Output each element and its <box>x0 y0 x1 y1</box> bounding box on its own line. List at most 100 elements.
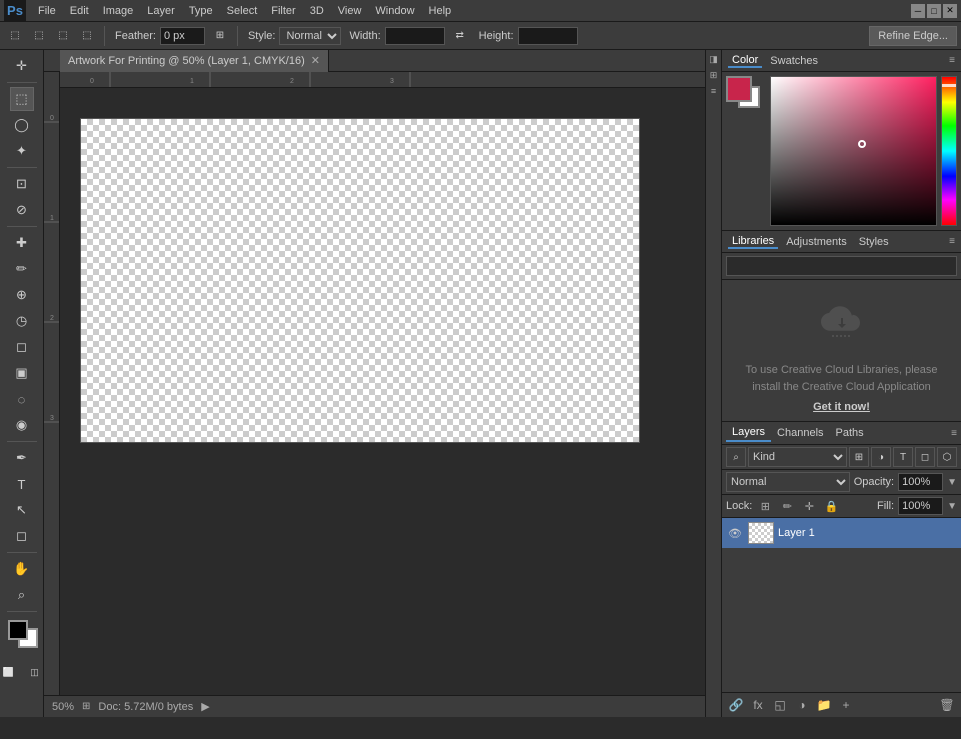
color-cursor <box>858 140 866 148</box>
color-panel-menu[interactable]: ≡ <box>949 55 955 66</box>
color-tab[interactable]: Color <box>728 54 762 68</box>
tool-history-brush[interactable]: ◷ <box>10 309 34 333</box>
quick-mask-btn[interactable]: ⬜ <box>0 660 21 684</box>
options-toolbar: ⬚ ⬚ ⬚ ⬚ Feather: ⊞ Style: Normal Width: … <box>0 22 961 50</box>
tool-shape[interactable]: ◻ <box>10 524 34 548</box>
foreground-color[interactable] <box>8 620 28 640</box>
get-now-link[interactable]: Get it now! <box>813 401 870 413</box>
lock-pixels-btn[interactable]: ⊞ <box>756 497 774 515</box>
tool-eyedropper[interactable]: ⊘ <box>10 198 34 222</box>
panel-toggle-color[interactable]: ◨ <box>707 52 721 66</box>
adjustments-tab[interactable]: Adjustments <box>782 236 851 248</box>
link-layers-btn[interactable]: 🔗 <box>726 695 746 715</box>
tool-move[interactable]: ✛ <box>10 54 34 78</box>
tab-close-btn[interactable]: ✕ <box>311 54 320 67</box>
menu-layer[interactable]: Layer <box>141 3 181 19</box>
adjustment-icon[interactable]: ◑ <box>871 447 891 467</box>
canvas-scroll-area[interactable] <box>60 88 705 695</box>
tool-gradient[interactable]: ▣ <box>10 361 34 385</box>
new-layer-btn[interactable]: + <box>836 695 856 715</box>
menu-edit[interactable]: Edit <box>64 3 95 19</box>
layer-effects-btn[interactable]: fx <box>748 695 768 715</box>
width-input[interactable] <box>385 27 445 45</box>
minimize-button[interactable]: ─ <box>911 4 925 18</box>
svg-text:0: 0 <box>90 78 94 85</box>
smart-object-icon[interactable]: ⬡ <box>937 447 957 467</box>
tool-path-select[interactable]: ↖ <box>10 498 34 522</box>
tool-zoom[interactable]: ⌕ <box>10 583 34 607</box>
menu-select[interactable]: Select <box>221 3 264 19</box>
tool-crop[interactable]: ⊡ <box>10 172 34 196</box>
tool-option-btn-2[interactable]: ⬚ <box>28 25 50 47</box>
new-adjustment-btn[interactable]: ◑ <box>792 695 812 715</box>
layers-panel-menu[interactable]: ≡ <box>951 428 957 439</box>
layers-tab-paths[interactable]: Paths <box>830 425 870 441</box>
fill-input[interactable] <box>898 497 943 515</box>
tool-brush[interactable]: ✏ <box>10 257 34 281</box>
tool-option-btn-1[interactable]: ⬚ <box>4 25 26 47</box>
tool-marquee-rect[interactable]: ⬚ <box>10 87 34 111</box>
tool-hand[interactable]: ✋ <box>10 557 34 581</box>
layer-item-0[interactable]: 👁 Layer 1 <box>722 518 961 548</box>
tool-pen[interactable]: ✒ <box>10 446 34 470</box>
layer-mask-btn[interactable]: ◱ <box>770 695 790 715</box>
tool-eraser[interactable]: ◻ <box>10 335 34 359</box>
close-button[interactable]: ✕ <box>943 4 957 18</box>
tool-option-btn-4[interactable]: ⬚ <box>76 25 98 47</box>
panel-toggle-libraries[interactable]: ⊞ <box>707 68 721 82</box>
menu-help[interactable]: Help <box>423 3 458 19</box>
tool-dodge[interactable]: ◉ <box>10 413 34 437</box>
feather-btn[interactable]: ⊞ <box>209 25 231 47</box>
menu-file[interactable]: File <box>32 3 62 19</box>
tool-option-btn-3[interactable]: ⬚ <box>52 25 74 47</box>
libraries-search-input[interactable] <box>726 256 957 276</box>
lock-position-btn[interactable]: ✏ <box>778 497 796 515</box>
screen-mode-btn[interactable]: ◫ <box>23 660 45 684</box>
lock-all-btn[interactable]: 🔒 <box>822 497 840 515</box>
layers-tab-layers[interactable]: Layers <box>726 424 771 442</box>
doc-info-arrow[interactable]: ▶ <box>201 700 209 713</box>
opacity-dropdown[interactable]: ▼ <box>947 477 957 488</box>
fill-dropdown[interactable]: ▼ <box>947 501 957 512</box>
lock-artboards-btn[interactable]: ✛ <box>800 497 818 515</box>
opacity-input[interactable] <box>898 473 943 491</box>
menu-view[interactable]: View <box>332 3 368 19</box>
swatches-tab[interactable]: Swatches <box>766 55 822 67</box>
foreground-swatch[interactable] <box>726 76 752 102</box>
tool-lasso[interactable]: ◯ <box>10 113 34 137</box>
libraries-tab[interactable]: Libraries <box>728 235 778 249</box>
tool-blur[interactable]: ◌ <box>10 387 34 411</box>
layers-kind-row: ⌕ Kind ⊞ ◑ T ◻ ⬡ <box>722 445 961 470</box>
panel-toggle-layers[interactable]: ≡ <box>707 84 721 98</box>
tool-healing[interactable]: ✚ <box>10 231 34 255</box>
styles-tab[interactable]: Styles <box>855 236 893 248</box>
height-input[interactable] <box>518 27 578 45</box>
layer-visibility-0[interactable]: 👁 <box>726 524 744 542</box>
menu-3d[interactable]: 3D <box>304 3 330 19</box>
shape-icon[interactable]: ◻ <box>915 447 935 467</box>
layers-tab-channels[interactable]: Channels <box>771 425 829 441</box>
tool-stamp[interactable]: ⊕ <box>10 283 34 307</box>
libraries-panel-menu[interactable]: ≡ <box>949 236 955 247</box>
menu-image[interactable]: Image <box>97 3 140 19</box>
color-gradient[interactable] <box>770 76 937 226</box>
pixel-icon[interactable]: ⊞ <box>849 447 869 467</box>
style-select[interactable]: Normal <box>279 27 341 45</box>
menu-window[interactable]: Window <box>369 3 420 19</box>
refine-edge-button[interactable]: Refine Edge... <box>869 26 957 46</box>
menu-type[interactable]: Type <box>183 3 219 19</box>
kind-select[interactable]: Kind <box>748 447 847 467</box>
delete-layer-btn[interactable]: 🗑 <box>937 695 957 715</box>
maximize-button[interactable]: □ <box>927 4 941 18</box>
tool-magic-wand[interactable]: ✦ <box>10 139 34 163</box>
blend-mode-select[interactable]: Normal <box>726 472 850 492</box>
tool-text[interactable]: T <box>10 472 34 496</box>
feather-input[interactable] <box>160 27 205 45</box>
canvas-tab-active[interactable]: Artwork For Printing @ 50% (Layer 1, CMY… <box>60 50 329 72</box>
new-group-btn[interactable]: 📁 <box>814 695 834 715</box>
toolbox: ✛ ⬚ ◯ ✦ ⊡ ⊘ ✚ ✏ ⊕ ◷ ◻ ▣ ◌ ◉ ✒ T ↖ ◻ ✋ ⌕ … <box>0 50 44 717</box>
menu-filter[interactable]: Filter <box>265 3 301 19</box>
type-icon[interactable]: T <box>893 447 913 467</box>
hue-bar[interactable] <box>941 76 957 226</box>
swap-dimensions-btn[interactable]: ⇄ <box>449 25 471 47</box>
